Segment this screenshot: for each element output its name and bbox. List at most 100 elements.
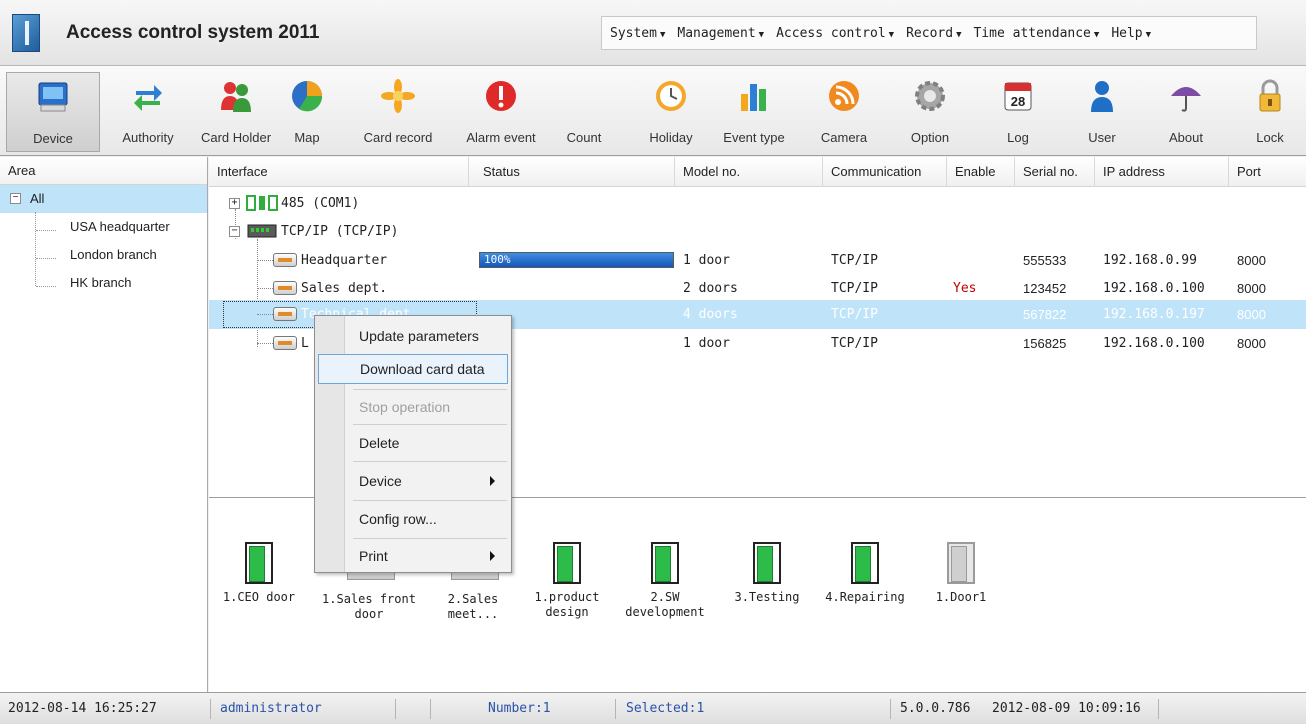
device-port: 8000 <box>1237 253 1266 268</box>
collapse-icon[interactable]: − <box>229 226 240 237</box>
expand-icon[interactable]: + <box>229 198 240 209</box>
area-node-hk-branch[interactable]: HK branch <box>0 269 207 297</box>
log-day-badge: 28 <box>1011 94 1025 109</box>
grid-tree-line <box>257 288 273 289</box>
status-selected: Selected:1 <box>626 701 705 716</box>
door-item[interactable]: 1.product design <box>517 542 617 620</box>
progress-fill: 100% <box>480 253 673 267</box>
interface-label: TCP/IP (TCP/IP) <box>281 224 399 239</box>
collapse-icon[interactable]: − <box>10 193 21 204</box>
column-communication[interactable]: Communication <box>823 157 947 187</box>
device-row[interactable]: Sales dept. 2 doors TCP/IP Yes 123452 19… <box>209 274 1306 303</box>
menu-print[interactable]: Print <box>349 541 507 571</box>
about-icon <box>1171 87 1201 112</box>
submenu-arrow-icon <box>490 551 495 561</box>
area-tree-line <box>36 258 56 259</box>
door-label: 1.product design <box>534 590 600 619</box>
column-serial[interactable]: Serial no. <box>1015 157 1095 187</box>
door-label: 1.CEO door <box>222 590 296 604</box>
area-tree-line <box>35 212 36 286</box>
device-ip: 192.168.0.100 <box>1103 336 1205 351</box>
interface-node-485[interactable]: + 485 (COM1) <box>209 189 1306 218</box>
toolbar-user-button[interactable]: User <box>1070 72 1134 152</box>
door-item[interactable]: 1.Door1 <box>911 542 1011 605</box>
door-item[interactable]: 2.SW development <box>615 542 715 620</box>
device-port: 8000 <box>1237 307 1266 322</box>
toolbar-holiday-button[interactable]: Holiday <box>636 72 706 152</box>
column-port[interactable]: Port <box>1229 157 1306 187</box>
menu-system[interactable]: System ▼ <box>610 26 665 41</box>
toolbar-option-button[interactable]: Option <box>892 72 968 152</box>
area-node-usa-headquarter[interactable]: USA headquarter <box>0 213 207 241</box>
map-icon <box>292 81 323 112</box>
menu-config-row[interactable]: Config row... <box>349 504 507 534</box>
toolbar-authority-button[interactable]: Authority <box>108 72 188 152</box>
menu-record[interactable]: Record ▼ <box>906 26 961 41</box>
area-header: Area <box>0 157 207 185</box>
door-item[interactable]: 4.Repairing <box>815 542 915 605</box>
status-divider <box>615 699 616 719</box>
area-tree-panel: Area − All USA headquarter London branch… <box>0 157 208 692</box>
door-label: 1.Sales front door <box>322 592 416 621</box>
status-divider <box>430 699 431 719</box>
menu-download-card-data[interactable]: Download card data <box>318 354 508 384</box>
device-model: 2 doors <box>683 281 738 296</box>
toolbar-alarm-event-button[interactable]: Alarm event <box>458 72 544 152</box>
toolbar-about-button[interactable]: About <box>1152 72 1220 152</box>
door-item[interactable]: 1.CEO door <box>209 542 309 605</box>
app-logo-icon <box>12 14 40 52</box>
toolbar-device-button[interactable]: Device <box>6 72 100 152</box>
toolbar: Device Authority Card Holder Map Card re… <box>0 66 1306 156</box>
column-ip[interactable]: IP address <box>1095 157 1229 187</box>
device-row[interactable]: Headquarter 100% 1 door TCP/IP 555533 19… <box>209 246 1306 275</box>
menu-help[interactable]: Help ▼ <box>1111 26 1151 41</box>
column-status[interactable]: Status <box>475 157 675 187</box>
door-open-icon <box>651 542 679 584</box>
device-serial: 123452 <box>1023 281 1067 296</box>
menu-management[interactable]: Management ▼ <box>677 26 764 41</box>
toolbar-log-button[interactable]: 28 Log <box>988 72 1048 152</box>
controller-icon <box>273 281 297 295</box>
device-port: 8000 <box>1237 336 1266 351</box>
user-icon <box>1091 81 1113 112</box>
menu-stop-operation[interactable]: Stop operation <box>349 392 507 422</box>
status-divider <box>1158 699 1159 719</box>
area-node-all[interactable]: − All <box>0 185 207 213</box>
column-interface[interactable]: Interface <box>209 157 469 187</box>
menu-device[interactable]: Device <box>349 466 507 496</box>
holiday-icon <box>656 81 686 111</box>
interface-node-tcpip[interactable]: − TCP/IP (TCP/IP) <box>209 217 1306 246</box>
toolbar-event-type-button[interactable]: Event type <box>708 72 800 152</box>
menu-separator <box>353 500 507 501</box>
area-node-london-branch[interactable]: London branch <box>0 241 207 269</box>
menu-time-attendance[interactable]: Time attendance ▼ <box>973 26 1099 41</box>
toolbar-count-button[interactable]: Count <box>552 72 616 152</box>
toolbar-card-holder-button[interactable]: Card Holder <box>190 72 282 152</box>
device-serial: 567822 <box>1023 307 1067 322</box>
serial-port-icon <box>246 195 278 211</box>
door-item[interactable]: 3.Testing <box>717 542 817 605</box>
network-switch-icon <box>247 224 277 238</box>
status-bar: 2012-08-14 16:25:27 administrator Number… <box>0 692 1306 724</box>
device-ip: 192.168.0.99 <box>1103 253 1197 268</box>
submenu-arrow-icon <box>490 476 495 486</box>
menu-delete[interactable]: Delete <box>349 428 507 458</box>
door-open-icon <box>553 542 581 584</box>
caret-down-icon: ▼ <box>888 29 895 40</box>
toolbar-camera-button[interactable]: Camera <box>812 72 876 152</box>
door-label: 3.Testing <box>734 590 800 604</box>
menu-access-control[interactable]: Access control ▼ <box>776 26 894 41</box>
status-user: administrator <box>220 701 322 716</box>
toolbar-map-button[interactable]: Map <box>272 72 342 152</box>
column-enable[interactable]: Enable <box>947 157 1015 187</box>
toolbar-card-record-button[interactable]: Card record <box>354 72 442 152</box>
lock-icon <box>1259 79 1281 112</box>
device-interface: Sales dept. <box>301 281 388 296</box>
title-bar: Access control system 2011 System ▼ Manag… <box>0 0 1306 66</box>
menu-update-parameters[interactable]: Update parameters <box>349 321 507 351</box>
column-model[interactable]: Model no. <box>675 157 823 187</box>
device-serial: 555533 <box>1023 253 1067 268</box>
device-serial: 156825 <box>1023 336 1067 351</box>
toolbar-lock-button[interactable]: Lock <box>1240 72 1300 152</box>
device-communication: TCP/IP <box>831 307 878 322</box>
